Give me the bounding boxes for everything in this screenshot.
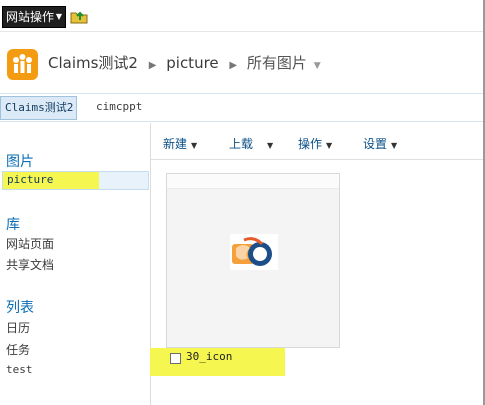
- breadcrumb-separator-icon: ▶: [148, 60, 157, 71]
- thumbnail-card[interactable]: [166, 173, 340, 348]
- ql-item-tasks[interactable]: 任务: [6, 341, 30, 358]
- chevron-down-icon: ▼: [191, 141, 198, 150]
- site-actions-menu[interactable]: 网站操作 ▼: [2, 6, 66, 28]
- ql-item-shared-documents[interactable]: 共享文档: [6, 256, 54, 273]
- ql-item-test[interactable]: test: [6, 363, 33, 376]
- settings-label: 设置: [363, 137, 388, 151]
- list-toolbar: 新建 ▼ 上载 ▼ 操作 ▼ 设置 ▼: [151, 124, 483, 160]
- breadcrumb-separator-icon: ▶: [229, 60, 238, 71]
- picture-library-content: 30_icon: [150, 160, 483, 405]
- top-action-bar: 网站操作 ▼: [0, 0, 483, 28]
- file-select-checkbox[interactable]: [170, 353, 181, 364]
- 30-logo-image[interactable]: [230, 234, 278, 270]
- view-chevron-down-icon[interactable]: ▼: [314, 61, 321, 71]
- top-navigation: Claims测试2 cimcppt: [0, 93, 483, 122]
- ql-item-picture-label: picture: [7, 173, 54, 186]
- file-item-row: 30_icon: [150, 348, 285, 376]
- ql-item-calendar[interactable]: 日历: [6, 319, 30, 336]
- upload-label: 上载: [229, 137, 254, 151]
- chevron-down-icon: ▼: [326, 141, 333, 150]
- quick-launch: 图片 picture 库 网站页面 共享文档 列表 日历 任务 test: [0, 123, 151, 405]
- chevron-down-icon: ▼: [55, 12, 62, 21]
- tab-cimcppt[interactable]: cimcppt: [96, 96, 142, 120]
- site-actions-label: 网站操作: [6, 10, 55, 24]
- new-menu-button[interactable]: 新建 ▼: [163, 135, 197, 152]
- breadcrumb-current-view[interactable]: 所有图片: [247, 54, 307, 72]
- actions-menu-button[interactable]: 操作 ▼: [298, 135, 332, 152]
- breadcrumb-library-link[interactable]: picture: [166, 54, 218, 72]
- chevron-down-icon: ▼: [267, 141, 274, 150]
- file-name-link[interactable]: 30_icon: [186, 350, 232, 363]
- settings-menu-button[interactable]: 设置 ▼: [363, 135, 397, 152]
- new-label: 新建: [163, 137, 188, 151]
- thumbnail-header-strip: [167, 174, 339, 189]
- breadcrumb-site-link[interactable]: Claims测试2: [48, 54, 138, 72]
- upload-menu-button[interactable]: 上载 ▼: [229, 135, 273, 152]
- ql-heading-libraries[interactable]: 库: [6, 214, 20, 234]
- ql-item-picture[interactable]: picture: [2, 171, 149, 190]
- folder-up-icon[interactable]: [70, 8, 88, 24]
- ql-heading-lists[interactable]: 列表: [6, 297, 34, 317]
- page-header: Claims测试2 ▶ picture ▶ 所有图片 ▼: [0, 31, 483, 92]
- actions-label: 操作: [298, 137, 323, 151]
- people-logo-icon[interactable]: [7, 49, 38, 80]
- ql-heading-pictures[interactable]: 图片: [6, 151, 34, 171]
- ql-item-site-pages[interactable]: 网站页面: [6, 235, 54, 252]
- chevron-down-icon: ▼: [391, 141, 398, 150]
- breadcrumb: Claims测试2 ▶ picture ▶ 所有图片 ▼: [48, 53, 321, 76]
- tab-claims-site[interactable]: Claims测试2: [0, 96, 77, 120]
